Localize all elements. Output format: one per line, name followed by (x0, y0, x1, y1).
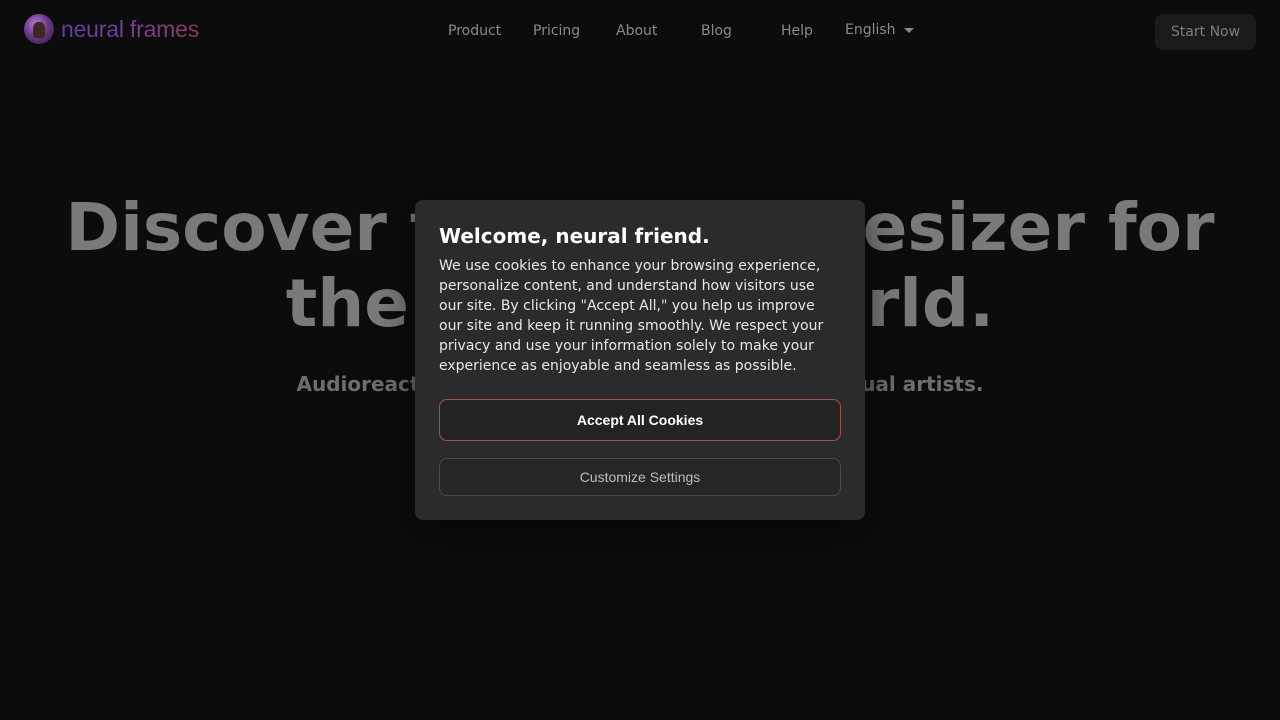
dialog-title: Welcome, neural friend. (439, 224, 710, 248)
customize-settings-button[interactable]: Customize Settings (439, 458, 841, 496)
cookie-consent-dialog: Welcome, neural friend. We use cookies t… (415, 200, 865, 520)
accept-all-cookies-button[interactable]: Accept All Cookies (439, 399, 841, 441)
page: neural frames Product Pricing About Blog… (0, 0, 1280, 720)
dialog-body: We use cookies to enhance your browsing … (439, 258, 824, 374)
